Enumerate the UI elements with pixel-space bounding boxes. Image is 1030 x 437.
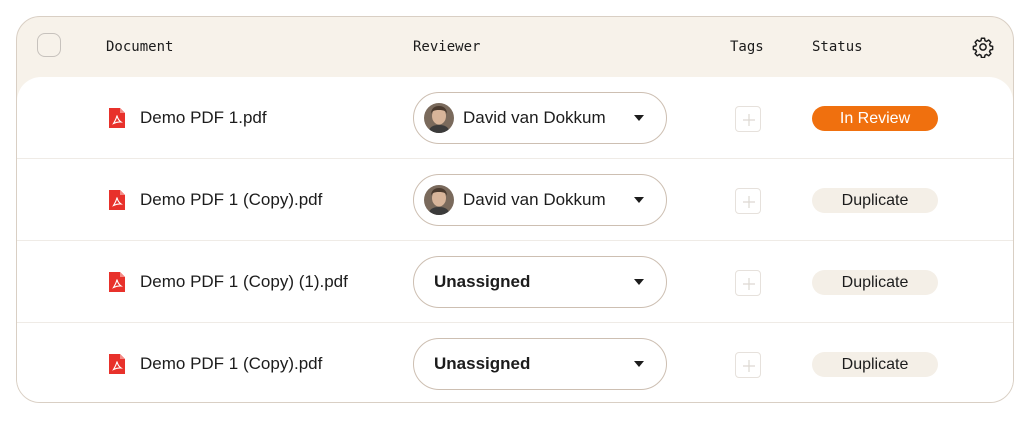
status-badge[interactable]: Duplicate <box>812 270 938 295</box>
tags-column-header[interactable]: Tags <box>730 38 764 56</box>
table-row[interactable]: Demo PDF 1.pdf David van Dokkum In Revie… <box>17 77 1013 159</box>
plus-icon <box>743 114 755 126</box>
caret-down-icon <box>634 279 644 285</box>
add-tag-button[interactable] <box>735 188 761 214</box>
table-row[interactable]: Demo PDF 1 (Copy) (1).pdf Unassigned Dup… <box>17 241 1013 323</box>
pdf-file-icon <box>109 190 125 210</box>
reviewer-name: Unassigned <box>434 354 531 373</box>
caret-down-icon <box>634 361 644 367</box>
pdf-file-icon <box>109 354 125 374</box>
document-name[interactable]: Demo PDF 1 (Copy) (1).pdf <box>140 271 348 293</box>
avatar <box>424 103 454 133</box>
document-name[interactable]: Demo PDF 1 (Copy).pdf <box>140 353 322 375</box>
reviewer-name: David van Dokkum <box>463 108 606 127</box>
gear-icon[interactable] <box>972 36 994 58</box>
table-body: Demo PDF 1.pdf David van Dokkum In Revie… <box>17 77 1013 402</box>
reviewer-column-header[interactable]: Reviewer <box>413 38 480 56</box>
documents-table: Document Reviewer Tags Status Demo PDF 1… <box>16 16 1014 403</box>
pdf-file-icon <box>109 272 125 292</box>
status-badge[interactable]: In Review <box>812 106 938 131</box>
document-column-header[interactable]: Document <box>106 38 173 56</box>
add-tag-button[interactable] <box>735 106 761 132</box>
caret-down-icon <box>634 115 644 121</box>
reviewer-dropdown[interactable]: Unassigned <box>413 256 667 308</box>
caret-down-icon <box>634 197 644 203</box>
reviewer-name: Unassigned <box>434 272 531 291</box>
status-badge[interactable]: Duplicate <box>812 188 938 213</box>
document-name[interactable]: Demo PDF 1 (Copy).pdf <box>140 189 322 211</box>
plus-icon <box>743 196 755 208</box>
table-row[interactable]: Demo PDF 1 (Copy).pdf Unassigned Duplica… <box>17 323 1013 402</box>
status-column-header[interactable]: Status <box>812 38 863 56</box>
select-all-checkbox[interactable] <box>37 33 61 57</box>
pdf-file-icon <box>109 108 125 128</box>
table-header: Document Reviewer Tags Status <box>17 17 1013 77</box>
avatar <box>424 185 454 215</box>
add-tag-button[interactable] <box>735 352 761 378</box>
status-badge[interactable]: Duplicate <box>812 352 938 377</box>
add-tag-button[interactable] <box>735 270 761 296</box>
plus-icon <box>743 278 755 290</box>
reviewer-name: David van Dokkum <box>463 190 606 209</box>
reviewer-dropdown[interactable]: Unassigned <box>413 338 667 390</box>
table-row[interactable]: Demo PDF 1 (Copy).pdf David van Dokkum D… <box>17 159 1013 241</box>
reviewer-dropdown[interactable]: David van Dokkum <box>413 92 667 144</box>
reviewer-dropdown[interactable]: David van Dokkum <box>413 174 667 226</box>
document-name[interactable]: Demo PDF 1.pdf <box>140 107 267 129</box>
plus-icon <box>743 360 755 372</box>
